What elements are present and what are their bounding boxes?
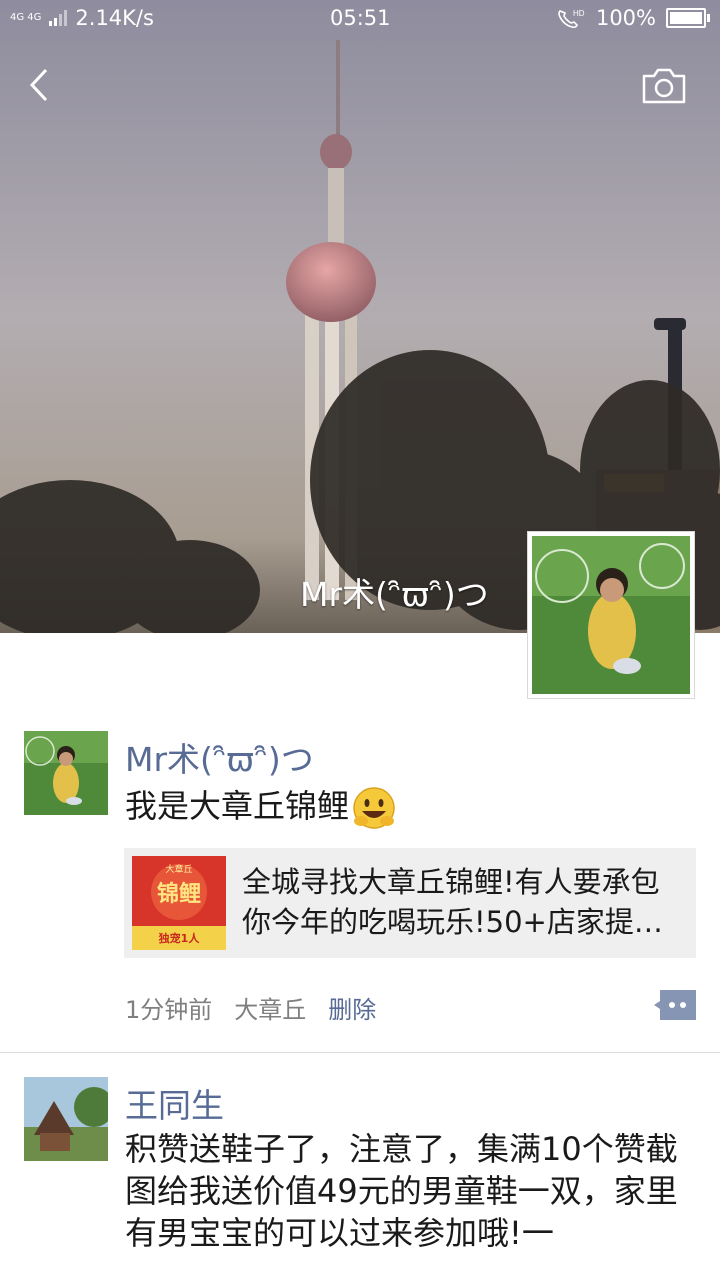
- post-text: 我是大章丘锦鲤: [125, 784, 695, 831]
- clock: 05:51: [330, 6, 391, 30]
- post-meta: 1分钟前 大章丘 删除: [125, 990, 376, 1025]
- network-speed: 2.14K/s: [75, 6, 154, 30]
- comment-icon[interactable]: [652, 990, 696, 1020]
- signal-icon: [49, 10, 68, 26]
- post-author[interactable]: 王同生: [125, 1079, 224, 1127]
- grinning-face-emoji: [353, 787, 395, 829]
- post-text: 积赞送鞋子了，注意了，集满10个赞截图给我送价值49元的男童鞋一双，家里有男宝宝…: [125, 1130, 678, 1252]
- svg-text:大章丘: 大章丘: [165, 863, 192, 875]
- svg-text:独宠1人: 独宠1人: [158, 931, 201, 945]
- chevron-left-icon[interactable]: [22, 64, 62, 104]
- status-bar: 4G 4G 2.14K/s 05:51 HD 100%: [0, 0, 720, 38]
- delete-button[interactable]: 删除: [328, 990, 376, 1025]
- svg-text:锦鲤: 锦鲤: [157, 881, 201, 907]
- camera-icon[interactable]: [640, 66, 688, 106]
- svg-text:HD: HD: [573, 9, 585, 18]
- battery-percent: 100%: [595, 6, 656, 30]
- battery-icon: [666, 8, 710, 28]
- post-body: 我是大章丘锦鲤: [125, 787, 350, 825]
- profile-avatar[interactable]: [528, 532, 694, 698]
- link-card[interactable]: 大章丘 锦鲤 独宠1人 全城寻找大章丘锦鲤!有人要承包你今年的吃喝玩乐!50+店…: [124, 848, 696, 958]
- post-avatar[interactable]: [24, 731, 108, 815]
- divider: [0, 1052, 720, 1053]
- network-indicator: 4G 4G: [10, 12, 42, 23]
- post-avatar[interactable]: [24, 1077, 108, 1161]
- link-thumbnail: 大章丘 锦鲤 独宠1人: [132, 856, 226, 950]
- post-location[interactable]: 大章丘: [234, 990, 306, 1025]
- profile-name: Mr术(ᵔ̑ϖᵔ̑)つ: [300, 575, 489, 614]
- hd-call-icon: HD: [558, 9, 585, 29]
- avatar-photo: [532, 536, 690, 694]
- post-author[interactable]: Mr术(ᵔ̑ϖᵔ̑)つ: [125, 733, 314, 781]
- post-time: 1分钟前: [125, 996, 213, 1024]
- link-title: 全城寻找大章丘锦鲤!有人要承包你今年的吃喝玩乐!50+店家提…: [242, 865, 663, 939]
